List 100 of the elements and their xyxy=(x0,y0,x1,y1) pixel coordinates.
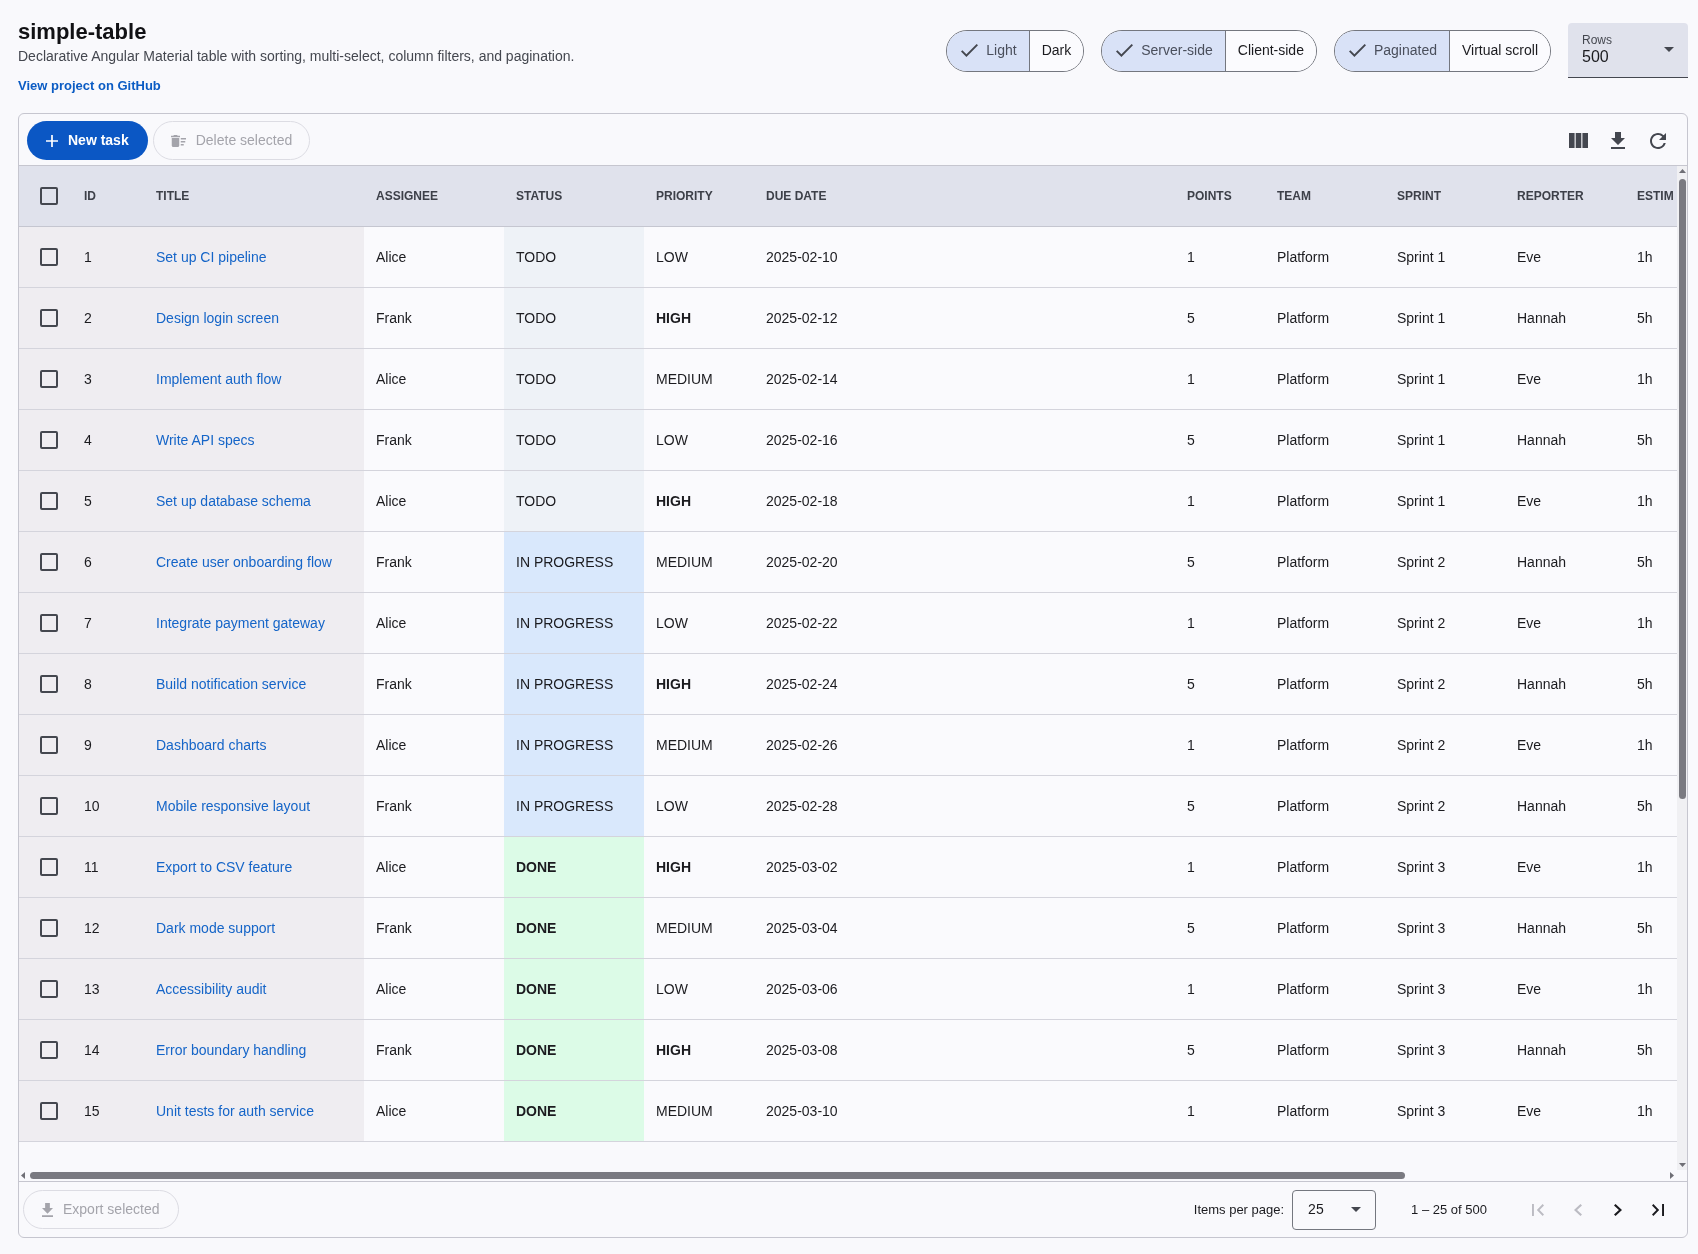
columns-icon xyxy=(1568,133,1588,148)
checkbox[interactable] xyxy=(40,614,58,632)
table-cell-text: 1 xyxy=(1186,857,1196,877)
status-cell: DONE xyxy=(504,1081,644,1141)
toggle-option[interactable]: Paginated xyxy=(1334,30,1449,71)
table-cell-text: 2025-03-06 xyxy=(765,979,839,999)
column-header[interactable]: DUE DATE xyxy=(754,166,1175,226)
column-header[interactable]: TITLE xyxy=(144,166,364,226)
table-cell-text: 5 xyxy=(1186,308,1196,328)
table-cell-text: Frank xyxy=(375,308,413,328)
checkbox[interactable] xyxy=(40,675,58,693)
column-header[interactable]: ID xyxy=(72,166,144,226)
task-title-link[interactable]: Dashboard charts xyxy=(156,734,267,756)
scrollbar-thumb[interactable] xyxy=(1678,179,1686,799)
table-cell-text: Frank xyxy=(375,674,413,694)
table-cell-text: 5 xyxy=(1186,796,1196,816)
vertical-scrollbar[interactable] xyxy=(1677,166,1687,1170)
table-cell-text: Platform xyxy=(1276,369,1331,389)
horizontal-scrollbar[interactable] xyxy=(19,1170,1677,1181)
github-link[interactable]: View project on GitHub xyxy=(18,77,161,95)
table-cell-text: Frank xyxy=(375,796,413,816)
status-cell: IN PROGRESS xyxy=(504,593,644,653)
task-title-link[interactable]: Accessibility audit xyxy=(156,978,267,1000)
checkbox[interactable] xyxy=(40,1041,58,1059)
status-cell: TODO xyxy=(504,471,644,531)
table-cell-text: Hannah xyxy=(1516,308,1568,328)
table-cell-text: 2025-02-16 xyxy=(765,430,839,450)
table-cell-text: Sprint 2 xyxy=(1396,674,1447,694)
table-cell-text: Sprint 2 xyxy=(1396,796,1447,816)
table-cell-text: Eve xyxy=(1516,369,1543,389)
table-cell-text: 1 xyxy=(1186,979,1196,999)
table-cell-text: HIGH xyxy=(655,857,692,877)
checkbox[interactable] xyxy=(40,187,58,205)
checkbox[interactable] xyxy=(40,797,58,815)
table-cell-text: Alice xyxy=(375,1101,408,1121)
new-task-button[interactable]: New task xyxy=(27,121,148,160)
checkbox[interactable] xyxy=(40,309,58,327)
table-cell-text: 1 xyxy=(1186,1101,1196,1121)
checkbox[interactable] xyxy=(40,1102,58,1120)
checkbox[interactable] xyxy=(40,919,58,937)
column-header[interactable]: POINTS xyxy=(1175,166,1265,226)
table-cell-text: MEDIUM xyxy=(655,918,714,938)
column-header[interactable]: TEAM xyxy=(1265,166,1385,226)
column-header[interactable]: ASSIGNEE xyxy=(364,166,504,226)
toggle-option[interactable]: Light xyxy=(947,30,1029,71)
table-cell-text: Hannah xyxy=(1516,674,1568,694)
table-cell: 1 xyxy=(72,227,144,287)
table-cell-text: 1h xyxy=(1636,979,1654,999)
checkbox[interactable] xyxy=(40,431,58,449)
rows-select[interactable]: Rows 500 xyxy=(1568,23,1688,78)
checkbox[interactable] xyxy=(40,492,58,510)
table-cell: 12 xyxy=(72,898,144,958)
table-cell-text: 5h xyxy=(1636,918,1654,938)
column-header[interactable]: STATUS xyxy=(504,166,644,226)
toggle-option[interactable]: Dark xyxy=(1028,30,1084,71)
table-cell-text: Platform xyxy=(1276,1101,1331,1121)
scrollbar-thumb[interactable] xyxy=(30,1172,1405,1179)
column-header[interactable]: ESTIM xyxy=(1625,166,1677,226)
toggle-option[interactable]: Virtual scroll xyxy=(1449,30,1550,71)
task-title-link[interactable]: Dark mode support xyxy=(156,917,276,939)
page-title: simple-table xyxy=(18,18,147,46)
table-cell-text: 5 xyxy=(1186,1040,1196,1060)
check-icon xyxy=(1348,44,1366,57)
table-cell-text: HIGH xyxy=(655,308,692,328)
task-title-link[interactable]: Set up CI pipeline xyxy=(156,246,267,268)
table-cell-text: 2025-02-20 xyxy=(765,552,839,572)
table-cell-text: Platform xyxy=(1276,1040,1331,1060)
checkbox[interactable] xyxy=(40,553,58,571)
table-cell-text: Alice xyxy=(375,247,408,267)
table-cell-text: LOW xyxy=(655,430,689,450)
toggle-option[interactable]: Server-side xyxy=(1102,30,1225,71)
task-title-link[interactable]: Write API specs xyxy=(156,429,255,451)
status-cell: IN PROGRESS xyxy=(504,715,644,775)
trash-sweep-icon xyxy=(170,134,186,147)
scroll-down-icon xyxy=(1678,1163,1686,1167)
table-cell-text: 2025-02-24 xyxy=(765,674,839,694)
check-icon xyxy=(961,44,979,57)
column-header[interactable]: PRIORITY xyxy=(644,166,754,226)
table-cell-text: 1h xyxy=(1636,369,1654,389)
checkbox[interactable] xyxy=(40,980,58,998)
table-cell-text: Eve xyxy=(1516,857,1543,877)
table-cell-text: 2025-02-14 xyxy=(765,369,839,389)
table-cell-text: Platform xyxy=(1276,430,1331,450)
table-cell: 13 xyxy=(72,959,144,1019)
page-size-select[interactable]: 25 xyxy=(1292,1189,1377,1230)
status-cell: IN PROGRESS xyxy=(504,654,644,714)
checkbox[interactable] xyxy=(40,248,58,266)
table-cell-text: MEDIUM xyxy=(655,735,714,755)
table-cell-text: Eve xyxy=(1516,247,1543,267)
table-cell-text: HIGH xyxy=(655,1040,692,1060)
column-header[interactable]: SPRINT xyxy=(1385,166,1505,226)
checkbox[interactable] xyxy=(40,736,58,754)
checkbox[interactable] xyxy=(40,370,58,388)
column-header[interactable]: REPORTER xyxy=(1505,166,1625,226)
table-cell: 4 xyxy=(72,410,144,470)
toggle-option[interactable]: Client-side xyxy=(1224,30,1316,71)
table-cell: 5 xyxy=(72,471,144,531)
status-cell: DONE xyxy=(504,959,644,1019)
checkbox[interactable] xyxy=(40,858,58,876)
table-cell-text: 1h xyxy=(1636,491,1654,511)
